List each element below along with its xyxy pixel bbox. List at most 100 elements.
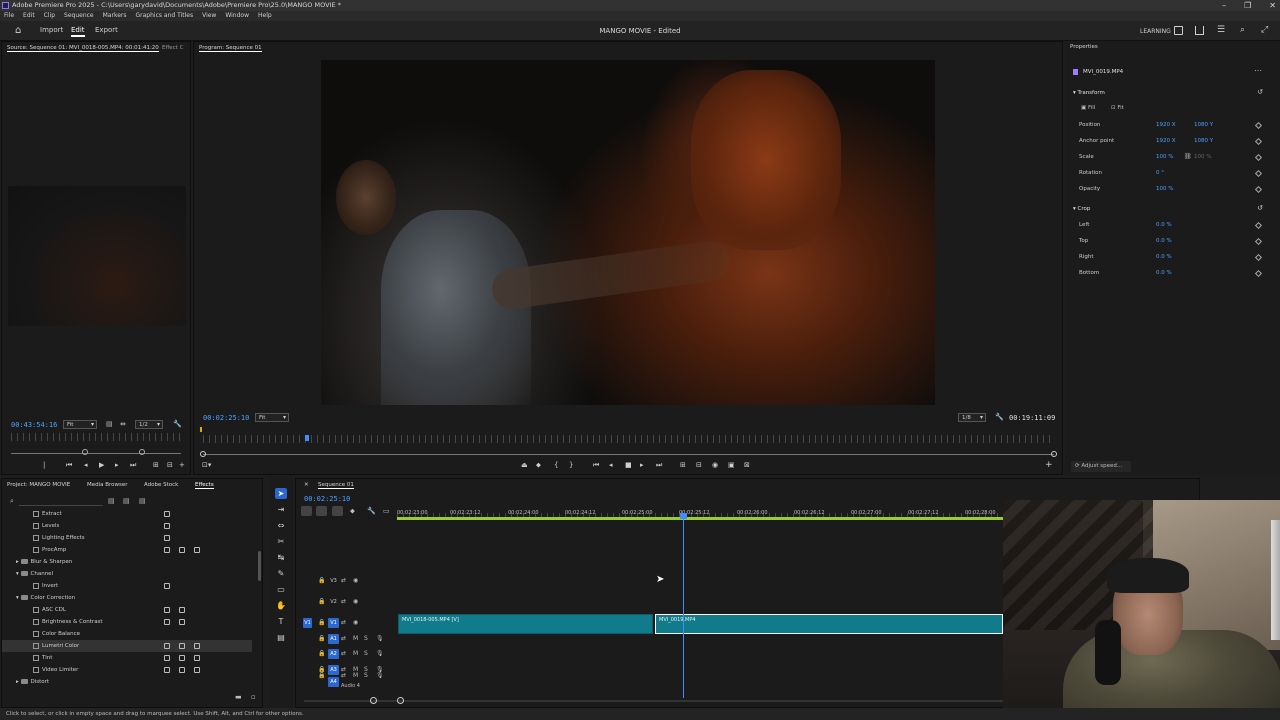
reset-crop-icon[interactable]: ↺: [1257, 204, 1263, 212]
step-back-icon[interactable]: ◂: [609, 461, 613, 469]
effect-tint[interactable]: Tint: [2, 652, 252, 664]
chevron-right-icon[interactable]: ▸: [16, 679, 21, 685]
lock-icon[interactable]: 🔒: [318, 598, 325, 605]
menu-edit[interactable]: Edit: [23, 11, 35, 21]
timeline-horizontal-scrollbar[interactable]: [304, 700, 1004, 702]
crop-top-value[interactable]: 0.0 %: [1156, 238, 1172, 244]
folder-distort[interactable]: ▸ Distort: [2, 676, 252, 688]
timeline-playhead[interactable]: [683, 515, 684, 698]
timeline-clip-selected[interactable]: MVI_0019.MP4: [655, 614, 1003, 634]
more-options-icon[interactable]: ⋯: [1254, 66, 1262, 75]
sync-lock-icon[interactable]: ⇄: [341, 650, 346, 657]
microphone-icon[interactable]: 🎙: [376, 672, 384, 679]
solo-button[interactable]: S: [364, 635, 368, 642]
effect-video-limiter[interactable]: Video Limiter: [2, 664, 252, 676]
zoom-handle-right[interactable]: [397, 697, 404, 704]
zoom-handle-left[interactable]: [82, 449, 88, 455]
keyframe-crop-left-icon[interactable]: [1254, 221, 1263, 230]
captions-icon[interactable]: ▭: [383, 507, 390, 515]
chevron-down-icon[interactable]: ▾: [16, 571, 21, 577]
extract-icon[interactable]: ⊟: [696, 461, 702, 469]
pen-tool-icon[interactable]: ✎: [275, 568, 287, 579]
microphone-icon[interactable]: 🎙: [376, 650, 384, 657]
snap-icon[interactable]: [316, 506, 327, 516]
playhead-handle[interactable]: [680, 513, 687, 519]
track-select-tool-icon[interactable]: ⇥: [275, 504, 287, 515]
zoom-handle-right[interactable]: [1051, 451, 1057, 457]
tab-effects[interactable]: Effects: [195, 482, 214, 489]
sync-lock-icon[interactable]: ⇄: [341, 577, 346, 584]
comparison-view-icon[interactable]: ▣: [728, 461, 735, 469]
accelerated-effects-icon[interactable]: ▤: [108, 497, 115, 505]
adjust-speed-button[interactable]: ⟳ Adjust speed...: [1071, 461, 1131, 472]
crop-left-value[interactable]: 0.0 %: [1156, 222, 1172, 228]
source-resolution-dropdown[interactable]: 1/2: [135, 420, 163, 429]
export-frame-icon[interactable]: ◉: [712, 461, 718, 469]
new-bin-icon[interactable]: ▬: [235, 693, 242, 701]
selection-tool-icon[interactable]: ➤: [275, 488, 287, 499]
add-marker-icon[interactable]: ⬥: [536, 461, 541, 470]
go-to-out-icon[interactable]: ⏭: [130, 461, 136, 470]
source-timecode[interactable]: 00:43:54:16: [11, 421, 57, 429]
eye-icon[interactable]: ◉: [353, 577, 358, 584]
effect-procamp[interactable]: ProcAmp: [2, 544, 252, 556]
crop-bottom-value[interactable]: 0.0 %: [1156, 270, 1172, 276]
solo-button[interactable]: S: [364, 672, 368, 679]
keyframe-position-icon[interactable]: [1254, 121, 1263, 130]
track-name-v2[interactable]: V2: [328, 597, 339, 607]
keyframe-rotation-icon[interactable]: [1254, 169, 1263, 178]
menu-graphics-and-titles[interactable]: Graphics and Titles: [136, 11, 194, 21]
chevron-right-icon[interactable]: ▸: [16, 559, 21, 565]
solo-button[interactable]: S: [364, 650, 368, 657]
lift-clip-icon[interactable]: ⊞: [680, 461, 686, 469]
sync-lock-icon[interactable]: ⇄: [341, 619, 346, 626]
minimize-button[interactable]: –: [1222, 0, 1226, 11]
chevron-down-icon[interactable]: ▾: [16, 595, 21, 601]
close-button[interactable]: ✕: [1269, 0, 1276, 11]
maximize-button[interactable]: ❐: [1244, 0, 1251, 11]
crop-section[interactable]: ▾ Crop: [1073, 206, 1090, 212]
multicam-icon[interactable]: ⊠: [744, 461, 750, 469]
effects-scrollbar[interactable]: [258, 551, 261, 581]
effects-search-input[interactable]: [19, 497, 103, 506]
lift-icon[interactable]: ⏏: [521, 461, 528, 469]
hand-tool-icon[interactable]: ✋: [275, 600, 287, 611]
folder-channel[interactable]: ▾ Channel: [2, 568, 252, 580]
close-tab-icon[interactable]: ✕: [304, 482, 309, 488]
track-name-a1[interactable]: A1: [328, 634, 339, 644]
track-name-v1[interactable]: V1: [328, 618, 339, 628]
settings-icon[interactable]: ▤: [106, 420, 113, 428]
zoom-handle-left[interactable]: [200, 451, 206, 457]
32bit-effects-icon[interactable]: ▤: [123, 497, 130, 505]
nest-toggle-icon[interactable]: [301, 506, 312, 516]
source-zoom-bar[interactable]: [11, 453, 181, 454]
tab-effect-controls[interactable]: Effect C: [162, 45, 183, 51]
razor-tool-icon[interactable]: ✂: [275, 536, 287, 547]
mark-out-icon[interactable]: }: [569, 461, 573, 469]
menu-sequence[interactable]: Sequence: [64, 11, 94, 21]
effect-levels[interactable]: Levels: [2, 520, 252, 532]
track-name-a4[interactable]: A4: [328, 677, 339, 687]
add-button-icon[interactable]: +: [179, 461, 185, 469]
insert-icon[interactable]: ⊞: [153, 461, 159, 469]
tab-project[interactable]: Project: MANGO MOVIE: [7, 482, 70, 488]
zoom-handle-left[interactable]: [370, 697, 377, 704]
program-ruler[interactable]: [203, 435, 1053, 443]
search-icon[interactable]: ⌕: [10, 497, 14, 506]
effect-asc-cdl[interactable]: ASC CDL: [2, 604, 252, 616]
rectangle-tool-icon[interactable]: ▭: [275, 584, 287, 595]
keyframe-crop-bottom-icon[interactable]: [1254, 269, 1263, 278]
crop-right-value[interactable]: 0.0 %: [1156, 254, 1172, 260]
lock-icon[interactable]: 🔒: [318, 619, 325, 626]
slip-tool-icon[interactable]: ↹: [275, 552, 287, 563]
effect-brightness-contrast[interactable]: Brightness & Contrast: [2, 616, 252, 628]
new-item-icon[interactable]: ▫: [251, 693, 256, 701]
transform-section[interactable]: ▾ Transform: [1073, 90, 1105, 96]
type-tool-icon[interactable]: T: [275, 616, 287, 627]
eye-icon[interactable]: ◉: [353, 619, 358, 626]
go-to-in-icon[interactable]: ⏮: [66, 461, 72, 470]
caption-tool-icon[interactable]: ▤: [275, 632, 287, 643]
step-forward-icon[interactable]: ▸: [115, 461, 119, 469]
keyframe-crop-right-icon[interactable]: [1254, 253, 1263, 262]
workspaces-icon[interactable]: [1174, 26, 1183, 35]
